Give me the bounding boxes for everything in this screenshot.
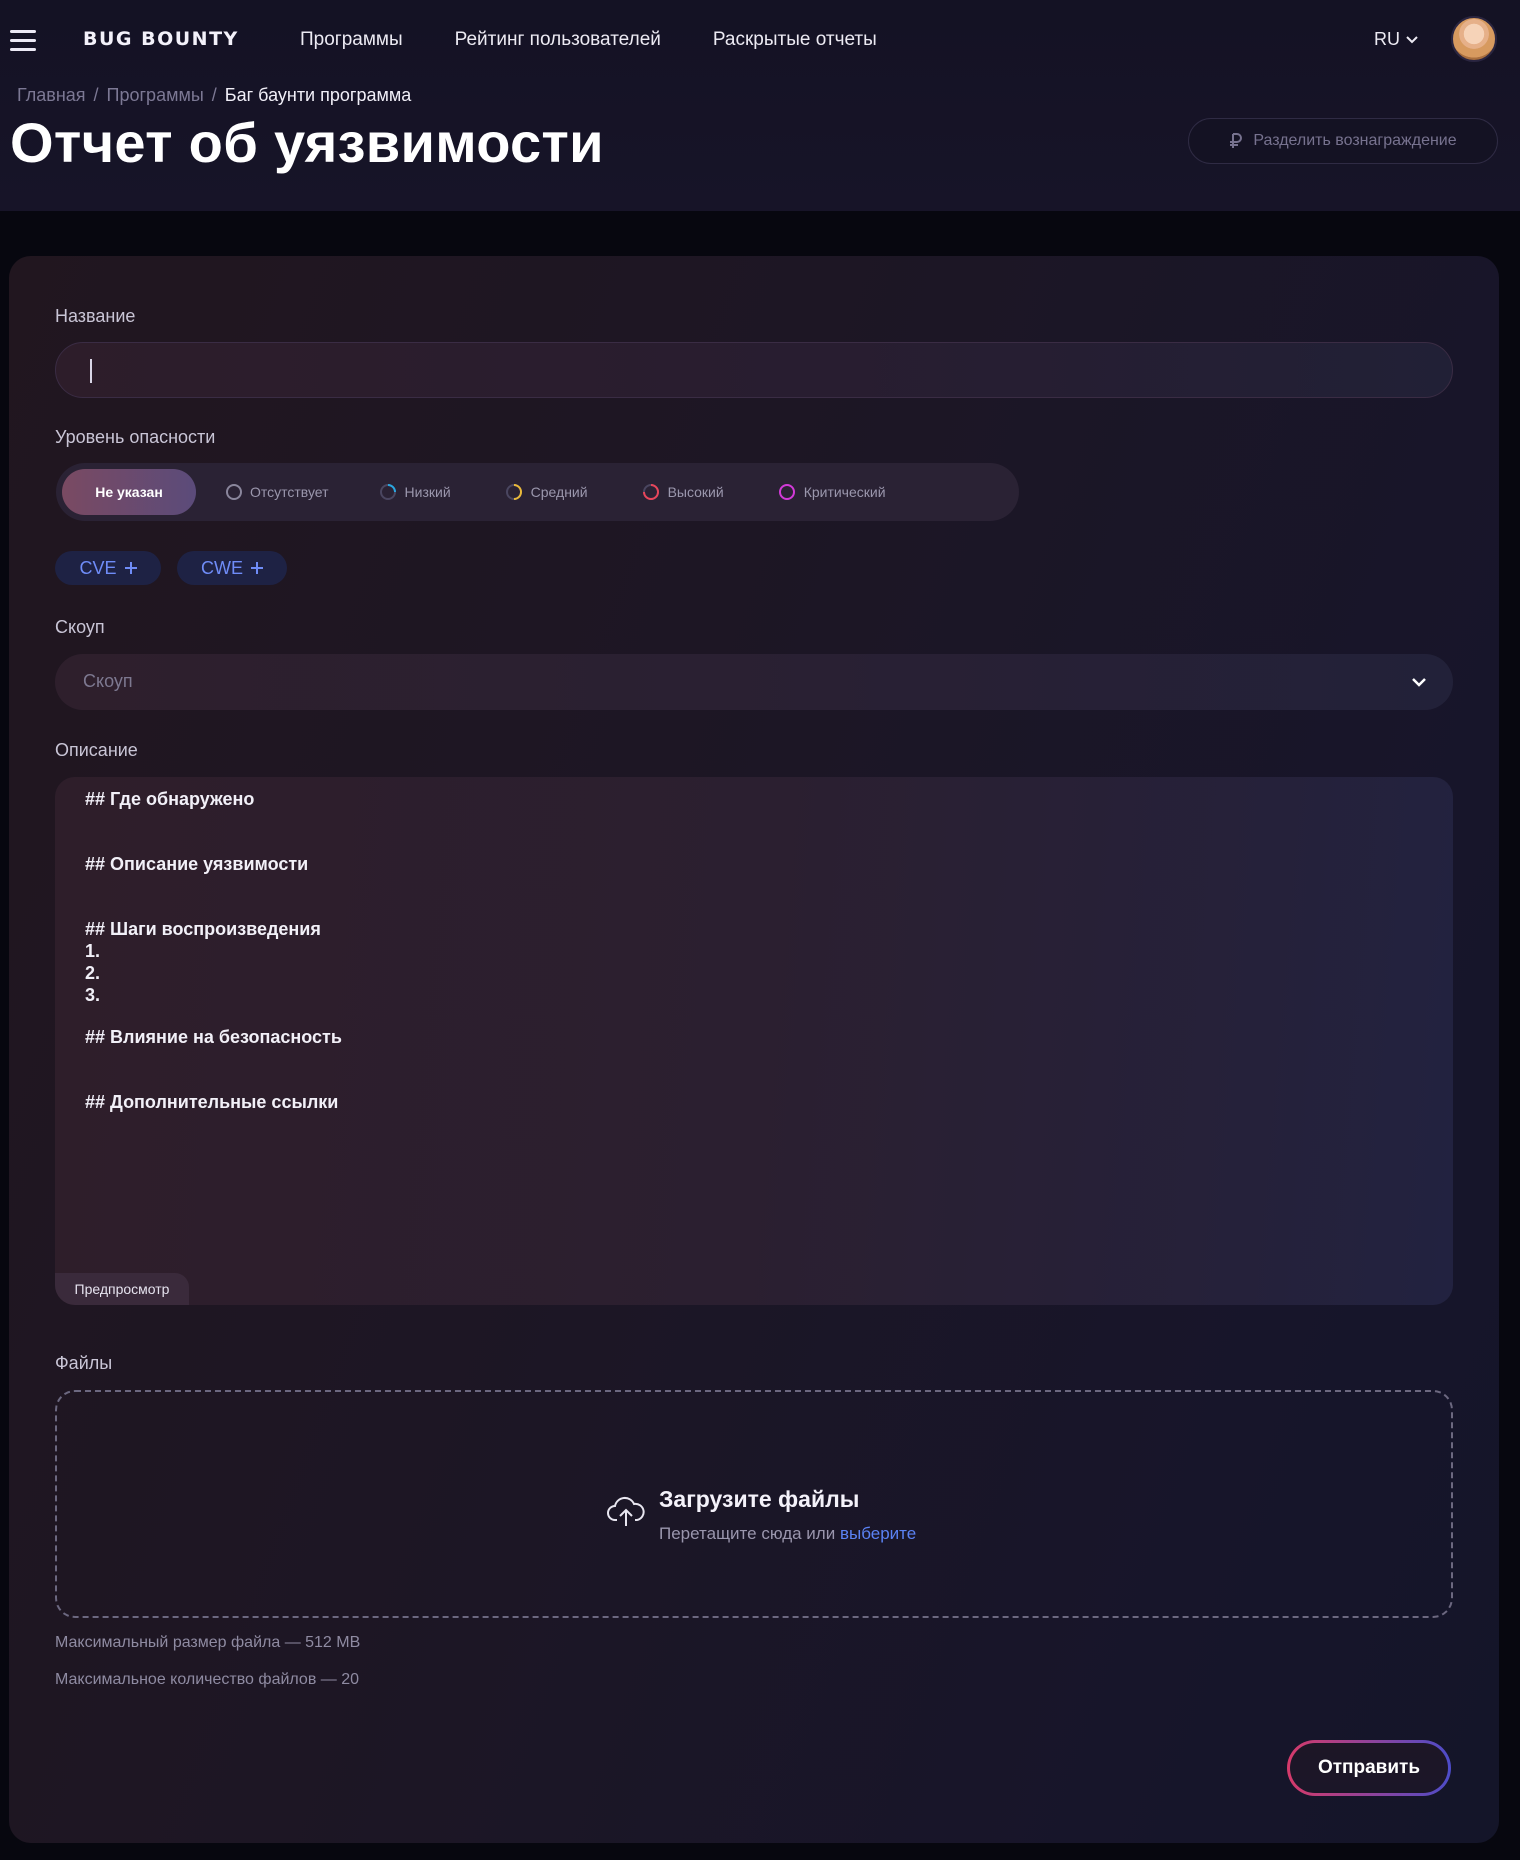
severity-option-low[interactable]: Низкий xyxy=(359,469,471,515)
top-header: BUG BOUNTY Программы Рейтинг пользовател… xyxy=(0,0,1520,211)
title-input[interactable] xyxy=(55,342,1453,398)
cwe-label: CWE xyxy=(201,557,243,578)
breadcrumb-current: Баг баунти программа xyxy=(224,85,412,105)
description-line: ## Влияние на безопасность xyxy=(85,1027,342,1047)
severity-selector: Не указан Отсутствует Низкий Средний Выс… xyxy=(56,463,1019,521)
severity-option-label: Отсутствует xyxy=(250,484,329,500)
choose-files-link[interactable]: выберите xyxy=(840,1524,916,1543)
nav-disclosed-reports[interactable]: Раскрытые отчеты xyxy=(713,29,877,51)
language-selector[interactable]: RU xyxy=(1374,29,1418,50)
severity-label: Уровень опасности xyxy=(55,427,216,447)
max-count-note: Максимальное количество файлов — 20 xyxy=(55,1671,359,1688)
nav-user-rating[interactable]: Рейтинг пользователей xyxy=(455,29,661,51)
add-cve-button[interactable]: CVE xyxy=(55,551,161,585)
add-cwe-button[interactable]: CWE xyxy=(177,551,287,585)
page-title: Отчет об уязвимости xyxy=(10,111,604,174)
description-label: Описание xyxy=(55,740,138,760)
file-dropzone[interactable]: Загрузите файлы Перетащите сюда или выбе… xyxy=(55,1390,1453,1618)
description-line: 3. xyxy=(85,985,101,1005)
severity-option-high[interactable]: Высокий xyxy=(622,469,744,515)
circle-icon xyxy=(226,484,242,500)
max-size-note: Максимальный размер файла — 512 MB xyxy=(55,1634,361,1651)
description-editor[interactable]: ## Где обнаружено ## Описание уязвимости… xyxy=(55,777,1453,1305)
upload-title: Загрузите файлы xyxy=(659,1486,860,1512)
severity-low-icon xyxy=(379,484,396,500)
severity-option-label: Не указан xyxy=(95,484,163,500)
chevron-down-icon xyxy=(1406,35,1418,43)
share-reward-button[interactable]: Разделить вознаграждение xyxy=(1188,118,1498,164)
severity-option-unspecified[interactable]: Не указан xyxy=(62,469,196,515)
severity-option-none[interactable]: Отсутствует xyxy=(206,469,349,515)
language-label: RU xyxy=(1374,29,1400,49)
submit-button[interactable]: Отправить xyxy=(1287,1740,1451,1796)
severity-critical-icon xyxy=(778,484,795,500)
description-line: ## Дополнительные ссылки xyxy=(85,1092,339,1112)
description-line: 2. xyxy=(85,963,101,983)
severity-option-critical[interactable]: Критический xyxy=(758,469,906,515)
logo[interactable]: BUG BOUNTY xyxy=(83,28,239,50)
scope-select[interactable]: Скоуп xyxy=(55,654,1453,710)
cloud-upload-icon xyxy=(607,1496,645,1526)
plus-icon xyxy=(251,562,263,574)
cve-label: CVE xyxy=(79,557,117,578)
scope-placeholder: Скоуп xyxy=(83,671,133,691)
description-line: ## Где обнаружено xyxy=(85,789,255,809)
scope-label: Скоуп xyxy=(55,617,105,637)
upload-hint: Перетащите сюда или выберите xyxy=(659,1524,916,1544)
description-line: ## Шаги воспроизведения xyxy=(85,919,321,939)
files-label: Файлы xyxy=(55,1353,113,1373)
severity-high-icon xyxy=(642,484,659,500)
plus-icon xyxy=(124,562,137,574)
severity-option-label: Средний xyxy=(530,484,588,500)
breadcrumb: Главная / Программы / Баг баунти программа xyxy=(17,85,412,105)
breadcrumb-home[interactable]: Главная xyxy=(17,85,86,105)
avatar[interactable] xyxy=(1451,16,1497,62)
breadcrumb-programs[interactable]: Программы xyxy=(107,85,204,105)
menu-icon[interactable] xyxy=(10,30,36,52)
report-form-card: Название Уровень опасности Не указан Отс… xyxy=(9,256,1499,1843)
severity-option-label: Критический xyxy=(803,484,886,500)
description-line: 1. xyxy=(85,941,101,961)
main-nav: Программы Рейтинг пользователей Раскрыты… xyxy=(300,29,929,51)
severity-option-label: Низкий xyxy=(404,484,451,500)
text-caret xyxy=(90,359,92,383)
severity-medium-icon xyxy=(505,484,522,500)
title-label: Название xyxy=(55,306,136,326)
ruble-icon xyxy=(1230,133,1243,148)
upload-hint-text: Перетащите сюда или xyxy=(659,1524,836,1543)
chevron-down-icon xyxy=(1412,678,1426,687)
preview-tab[interactable]: Предпросмотр xyxy=(55,1273,189,1305)
nav-programs[interactable]: Программы xyxy=(300,29,403,51)
description-line: ## Описание уязвимости xyxy=(85,854,309,874)
share-reward-label: Разделить вознаграждение xyxy=(1253,132,1457,149)
severity-option-medium[interactable]: Средний xyxy=(485,469,608,515)
severity-option-label: Высокий xyxy=(667,484,724,500)
